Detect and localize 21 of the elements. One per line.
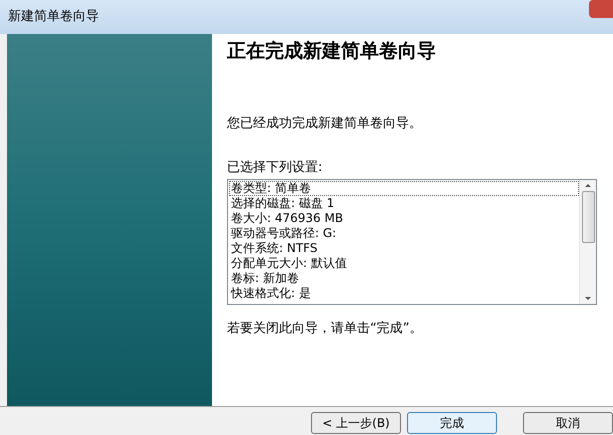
wizard-button[interactable]: 完成 [407,412,497,434]
settings-item[interactable]: 文件系统: NTFS [229,241,579,256]
settings-item[interactable]: 快速格式化: 是 [229,286,579,301]
scroll-down-icon[interactable] [585,297,591,300]
scroll-up-icon[interactable] [585,184,591,187]
scroll-thumb[interactable] [582,191,594,243]
settings-item[interactable]: 驱动器号或路径: G: [229,226,579,241]
wizard-heading: 正在完成新建简单卷向导 [227,39,437,64]
close-button[interactable] [589,0,613,18]
settings-item[interactable]: 分配单元大小: 默认值 [229,256,579,271]
settings-label: 已选择下列设置: [227,158,324,176]
settings-item[interactable]: 选择的磁盘: 磁盘 1 [229,196,579,211]
close-hint: 若要关闭此向导，请单击“完成”。 [227,320,424,338]
wizard-button[interactable]: < 上一步(B) [311,412,401,434]
settings-item[interactable]: 卷类型: 简单卷 [229,181,579,196]
scroll-bar[interactable] [579,180,596,304]
wizard-button[interactable]: 取消 [523,412,613,434]
window-title: 新建简单卷向导 [8,8,99,26]
success-message: 您已经成功完成新建简单卷向导。 [227,115,423,133]
settings-item[interactable]: 卷大小: 476936 MB [229,211,579,226]
settings-item[interactable]: 卷标: 新加卷 [229,271,579,286]
